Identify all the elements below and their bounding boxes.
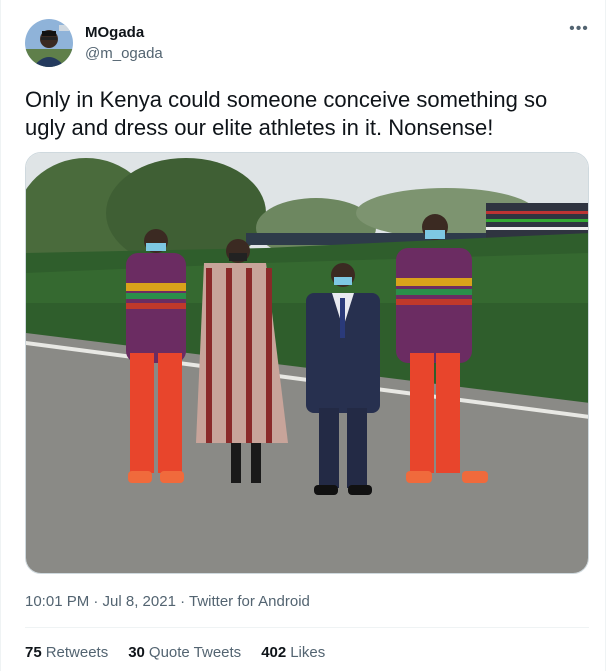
likes-stat[interactable]: 402 Likes: [261, 644, 325, 661]
quote-tweets-stat[interactable]: 30 Quote Tweets: [128, 644, 241, 661]
retweets-label: Retweets: [45, 644, 109, 661]
tweet-photo[interactable]: [25, 152, 589, 574]
author-display-name[interactable]: MOgada: [85, 24, 144, 41]
user-avatar-icon: [25, 19, 73, 67]
retweets-stat[interactable]: 75 Retweets: [25, 644, 108, 661]
more-options-button[interactable]: •••: [567, 20, 591, 42]
photo-athletes-image: [26, 153, 588, 573]
divider: [25, 627, 589, 628]
likes-label: Likes: [290, 644, 326, 661]
quote-tweets-label: Quote Tweets: [148, 644, 242, 661]
more-dots-icon: •••: [569, 20, 589, 37]
tweet-text: Only in Kenya could someone conceive som…: [25, 87, 548, 140]
author-avatar[interactable]: [25, 19, 73, 67]
tweet-card: MOgada @m_ogada ••• Only in Kenya could …: [0, 0, 606, 671]
quote-tweets-count: 30: [128, 644, 145, 661]
author-handle[interactable]: @m_ogada: [85, 45, 163, 62]
likes-count: 402: [261, 644, 287, 661]
tweet-stats: 75 Retweets 30 Quote Tweets 402 Likes: [25, 644, 325, 661]
tweet-timestamp[interactable]: 10:01 PM · Jul 8, 2021 · Twitter for And…: [25, 593, 310, 610]
retweets-count: 75: [25, 644, 42, 661]
